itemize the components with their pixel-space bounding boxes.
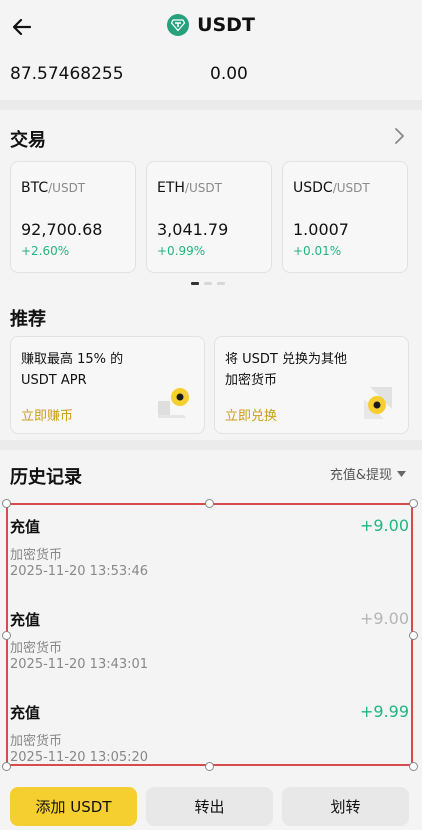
carousel-dot — [191, 282, 199, 285]
balance-summary: 87.57468255 0.00 — [10, 40, 412, 100]
pair-change: +0.01% — [293, 244, 342, 258]
pair-change: +0.99% — [157, 244, 206, 258]
recommend-card-convert[interactable]: 将 USDT 兑换为其他 加密货币 立即兑换 — [214, 336, 409, 434]
add-usdt-button[interactable]: 添加 USDT — [10, 787, 137, 826]
bottom-action-bar: 添加 USDT 转出 划转 — [0, 778, 422, 830]
title-group: USDT — [0, 14, 422, 36]
recommend-text: 赚取最高 15% 的 USDT APR — [21, 352, 124, 388]
selection-handle[interactable] — [409, 499, 418, 508]
carousel-dot — [217, 282, 225, 285]
pair-card-usdc[interactable]: USDC/USDT 1.0007 +0.01% — [282, 161, 408, 273]
carousel-indicator — [191, 282, 225, 285]
pair-card-btc[interactable]: BTC/USDT 92,700.68 +2.60% — [10, 161, 136, 273]
record-subtitle: 加密货币 — [10, 548, 63, 563]
caret-down-icon — [397, 470, 406, 477]
transfer-button[interactable]: 划转 — [282, 787, 409, 826]
record-time: 2025-11-20 13:43:01 — [10, 657, 149, 672]
record-type: 充值 — [10, 704, 41, 722]
tether-logo-icon — [167, 14, 190, 36]
record-amount: +9.99 — [359, 702, 409, 721]
record-amount: +9.00 — [359, 516, 409, 535]
record-type: 充值 — [10, 518, 41, 536]
record-amount: +9.00 — [359, 609, 409, 628]
section-divider — [0, 440, 422, 450]
selection-handle[interactable] — [2, 631, 11, 640]
history-section-title: 历史记录 — [10, 467, 82, 488]
record-subtitle: 加密货币 — [10, 641, 63, 656]
history-filter-dropdown[interactable]: 充值&提现 — [330, 464, 406, 483]
page-title: USDT — [197, 14, 255, 36]
selection-handle[interactable] — [2, 499, 11, 508]
selection-handle[interactable] — [409, 631, 418, 640]
pair-card-eth[interactable]: ETH/USDT 3,041.79 +0.99% — [146, 161, 272, 273]
recommend-text: 将 USDT 兑换为其他 加密货币 — [225, 352, 347, 388]
earn-coin-icon — [158, 388, 189, 418]
record-subtitle: 加密货币 — [10, 734, 63, 749]
history-record[interactable]: 充值 加密货币 2025-11-20 13:43:01 +9.00 — [10, 601, 409, 681]
balance-label-cut — [10, 40, 80, 52]
record-type: 充值 — [10, 611, 41, 629]
pair-price: 3,041.79 — [157, 220, 229, 239]
frozen-balance: 0.00 — [210, 64, 248, 84]
earn-now-link[interactable]: 立即赚币 — [21, 405, 73, 424]
selection-handle[interactable] — [2, 762, 11, 771]
withdraw-button[interactable]: 转出 — [146, 787, 273, 826]
convert-now-link[interactable]: 立即兑换 — [225, 405, 277, 424]
selection-handle[interactable] — [205, 762, 214, 771]
history-list: 充值 加密货币 2025-11-20 13:53:46 +9.00 充值 加密货… — [6, 503, 413, 766]
history-filter-label: 充值&提现 — [329, 468, 392, 483]
pair-name: ETH/USDT — [157, 180, 222, 196]
pair-price: 1.0007 — [293, 220, 349, 239]
trade-section-title: 交易 — [10, 130, 46, 151]
pair-name: USDC/USDT — [293, 180, 370, 196]
section-divider — [0, 100, 422, 110]
record-time: 2025-11-20 13:05:20 — [10, 750, 149, 765]
convert-coin-icon — [364, 387, 392, 419]
available-balance: 87.57468255 — [10, 64, 124, 84]
chevron-right-icon[interactable] — [392, 126, 406, 146]
pair-price: 92,700.68 — [21, 220, 103, 239]
recommend-card-earn[interactable]: 赚取最高 15% 的 USDT APR 立即赚币 — [10, 336, 205, 434]
pair-change: +2.60% — [21, 244, 70, 258]
record-time: 2025-11-20 13:53:46 — [10, 564, 149, 579]
recommend-section-title: 推荐 — [10, 309, 46, 330]
carousel-dot — [204, 282, 212, 285]
selection-handle[interactable] — [409, 762, 418, 771]
history-record[interactable]: 充值 加密货币 2025-11-20 13:53:46 +9.00 — [10, 508, 409, 588]
pair-name: BTC/USDT — [21, 180, 86, 196]
selection-handle[interactable] — [205, 499, 214, 508]
